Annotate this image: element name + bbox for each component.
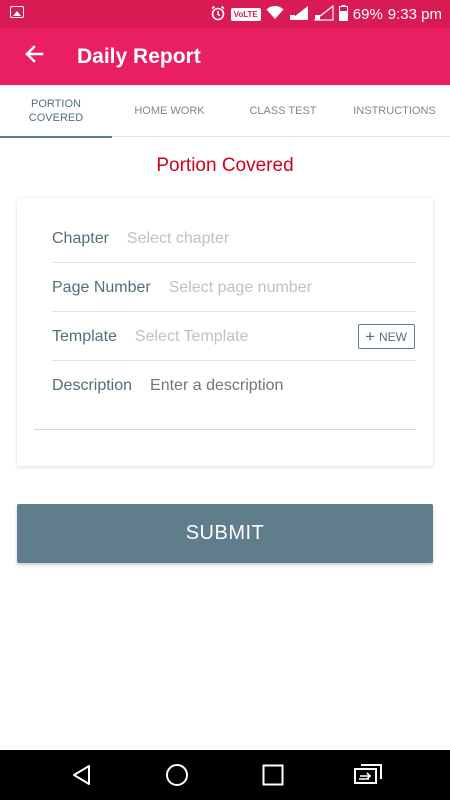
form-card: Chapter Select chapter Page Number Selec… [17,198,433,466]
template-select[interactable]: Select Template [135,328,335,346]
switch-app-icon[interactable] [354,761,382,789]
chapter-select[interactable]: Select chapter [127,230,327,248]
tab-bar: PORTION COVERED HOME WORK CLASS TEST INS… [0,85,450,138]
description-label: Description [52,376,133,394]
template-field[interactable]: Template Select Template + NEW [34,312,416,361]
status-bar: VoLTE 69% 9:33 pm [0,0,450,28]
page-number-field[interactable]: Page Number Select page number [34,263,416,312]
description-field[interactable]: Description [34,361,416,410]
recents-square-icon[interactable] [259,761,287,789]
section-title: Portion Covered [156,155,294,176]
battery-icon [338,4,348,24]
chapter-label: Chapter [52,229,109,247]
status-icons: VoLTE 69% 9:33 pm [210,4,442,24]
new-template-button[interactable]: + NEW [358,324,415,349]
tab-label-line1: PORTION [31,98,81,110]
image-icon [10,6,24,18]
template-label: Template [52,327,117,345]
arrow-back-icon [24,44,44,69]
app-bar: Daily Report [0,28,450,85]
wifi-icon [266,5,284,23]
alarm-icon [210,5,226,24]
page-number-select[interactable]: Select page number [169,279,369,297]
tab-portion-covered[interactable]: PORTION COVERED [0,85,112,138]
page-title: Daily Report [77,44,201,68]
home-circle-icon[interactable] [163,761,191,789]
plus-icon: + [365,326,375,346]
tab-label-line2: COVERED [28,112,84,124]
tab-label: HOME WORK [134,105,205,117]
description-input[interactable] [150,376,351,395]
tab-label: INSTRUCTIONS [353,105,436,117]
battery-percent: 69% [352,5,383,23]
back-triangle-icon[interactable] [68,761,96,789]
submit-button[interactable]: SUBMIT [17,504,433,563]
tab-instructions[interactable]: INSTRUCTIONS [339,85,450,137]
volte-icon: VoLTE [230,7,261,21]
chapter-field[interactable]: Chapter Select chapter [34,214,416,263]
signal-icon [289,5,309,24]
new-button-label: NEW [379,329,407,344]
tab-class-test[interactable]: CLASS TEST [227,85,339,137]
tab-home-work[interactable]: HOME WORK [112,85,227,137]
back-button[interactable] [0,28,68,85]
description-underline [34,429,416,430]
page-number-label: Page Number [52,278,151,296]
system-nav-bar [0,750,450,800]
signal-icon [313,4,334,24]
tab-label: CLASS TEST [249,105,317,117]
clock: 9:33 pm [387,5,442,23]
